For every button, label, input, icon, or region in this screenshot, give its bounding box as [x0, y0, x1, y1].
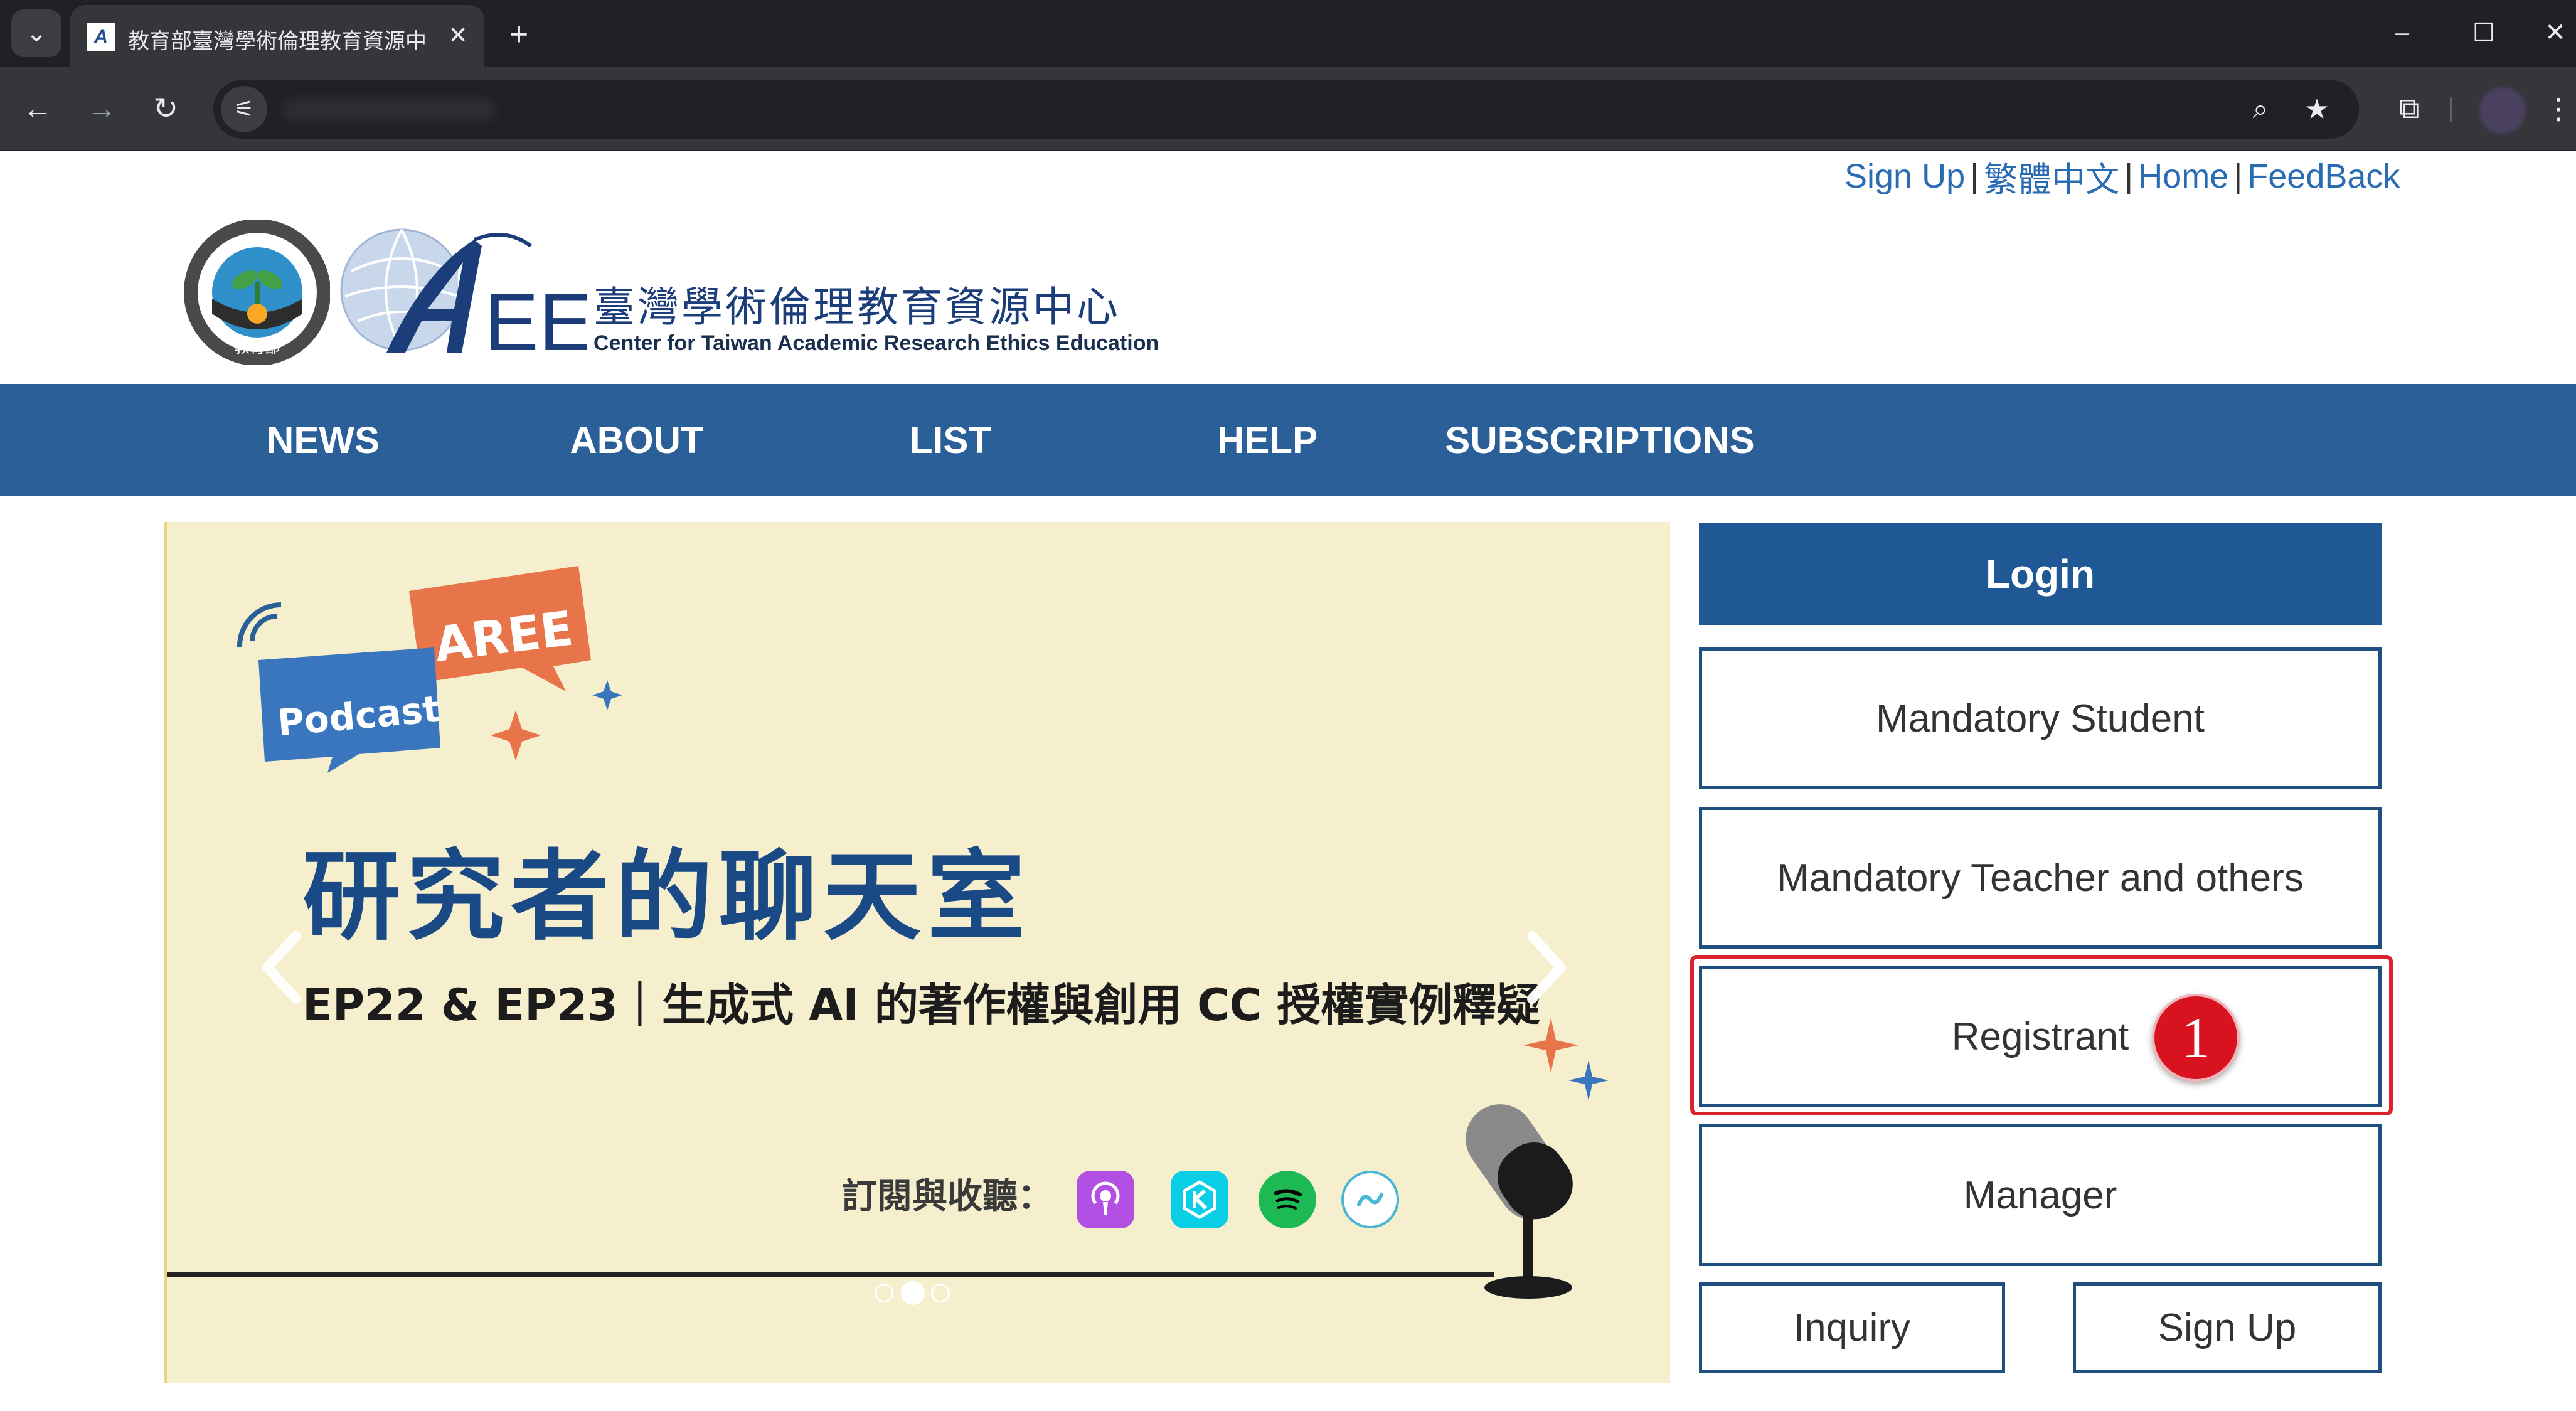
new-tab-button[interactable]: + — [497, 13, 541, 56]
nav-about[interactable]: ABOUT — [552, 384, 721, 496]
site-info-icon[interactable]: ⚟ — [221, 86, 267, 132]
subscribe-label: 訂閱與收聽： — [842, 1176, 1053, 1217]
carousel-indicators — [866, 1279, 960, 1306]
microphone-illustration — [1466, 1104, 1573, 1299]
banner-title: 研究者的聊天室 — [302, 839, 1031, 954]
bookmark-star-icon[interactable]: ★ — [2296, 88, 2338, 130]
top-signup-link[interactable]: Sign Up — [1844, 157, 1965, 196]
tab-search-menu-button[interactable]: ⌄ — [11, 9, 61, 57]
carousel-dot-active[interactable] — [901, 1281, 925, 1305]
feedback-link[interactable]: FeedBack — [2247, 157, 2400, 196]
window-maximize-button[interactable]: ☐ — [2456, 9, 2512, 56]
tab-title: 教育部臺灣學術倫理教育資源中 — [128, 29, 427, 51]
zoom-icon[interactable]: ⌕ — [2240, 88, 2281, 130]
registrant-highlight-box — [1690, 955, 2393, 1115]
podcast-banner-carousel[interactable]: AREE Podcast 研究者的聊天室 EP22 & EP23｜生成式 AI … — [164, 522, 1670, 1383]
aree-wordmark-logo: EE — [386, 233, 587, 366]
language-link[interactable]: 繁體中文 — [1984, 152, 2119, 201]
toolbar-divider — [2450, 97, 2452, 122]
manager-button[interactable]: Manager — [1699, 1124, 2382, 1266]
mandatory-student-button[interactable]: Mandatory Student — [1699, 647, 2382, 789]
browser-tab-active[interactable]: A 教育部臺灣學術倫理教育資源中 ✕ — [70, 5, 484, 67]
stage-line-decoration — [164, 1272, 1494, 1277]
podcast-badge-illustration: AREE Podcast — [237, 566, 622, 773]
profile-avatar[interactable] — [2479, 87, 2526, 134]
soundon-icon[interactable] — [1341, 1171, 1399, 1228]
browser-toolbar: ← → ↻ ⚟ ⌕ ★ ⧉ ⋮ — [0, 67, 2576, 151]
signup-button[interactable]: Sign Up — [2073, 1282, 2382, 1373]
carousel-dot[interactable] — [875, 1284, 893, 1302]
login-header: Login — [1699, 523, 2382, 625]
extensions-icon[interactable]: ⧉ — [2384, 83, 2434, 134]
step-number-badge: 1 — [2152, 994, 2240, 1082]
nav-help[interactable]: HELP — [1179, 384, 1355, 496]
top-links: Sign Up | 繁體中文 | Home | FeedBack — [1844, 156, 2472, 199]
ministry-of-education-seal-icon[interactable]: MINISTRY OF EDUCATION 教育部 — [184, 220, 330, 365]
more-menu-icon[interactable]: ⋮ — [2541, 83, 2576, 134]
link-separator: | — [1970, 157, 1979, 195]
browser-tabstrip: ⌄ A 教育部臺灣學術倫理教育資源中 ✕ + – ☐ ✕ — [0, 0, 2576, 67]
banner-subtitle: EP22 & EP23｜生成式 AI 的著作權與創用 CC 授權實例釋疑 — [302, 979, 1541, 1031]
spotify-icon[interactable] — [1259, 1171, 1316, 1228]
carousel-next-arrow-icon[interactable] — [1520, 924, 1576, 1011]
url-text-redacted — [282, 99, 496, 121]
link-separator: | — [2233, 157, 2243, 195]
kkbox-icon[interactable] — [1171, 1171, 1228, 1228]
svg-text:EE: EE — [484, 276, 587, 366]
reload-icon[interactable]: ↻ — [141, 83, 191, 134]
forward-arrow-icon[interactable]: → — [77, 83, 127, 134]
moe-seal-bottom-text: 教育部 — [235, 339, 280, 356]
banner-left-edge — [164, 522, 167, 1383]
carousel-dot[interactable] — [931, 1284, 950, 1302]
back-arrow-icon[interactable]: ← — [13, 83, 63, 134]
link-separator: | — [2124, 157, 2134, 195]
home-link[interactable]: Home — [2138, 157, 2228, 196]
tab-close-icon[interactable]: ✕ — [442, 19, 474, 51]
mandatory-teacher-button[interactable]: Mandatory Teacher and others — [1699, 807, 2382, 949]
carousel-prev-arrow-icon[interactable] — [252, 924, 309, 1011]
site-title-chinese: 臺灣學術倫理教育資源中心 — [593, 283, 1120, 331]
window-minimize-button[interactable]: – — [2374, 9, 2430, 56]
inquiry-button[interactable]: Inquiry — [1699, 1282, 2005, 1373]
apple-podcasts-icon[interactable] — [1077, 1171, 1134, 1228]
address-bar[interactable]: ⚟ ⌕ ★ — [213, 80, 2359, 139]
aree-favicon-icon: A — [87, 23, 115, 51]
window-close-button[interactable]: ✕ — [2535, 9, 2576, 56]
site-title-english: Center for Taiwan Academic Research Ethi… — [593, 331, 1159, 355]
nav-list[interactable]: LIST — [866, 384, 1035, 496]
nav-subscriptions[interactable]: SUBSCRIPTIONS — [1443, 384, 1757, 496]
nav-news[interactable]: NEWS — [238, 384, 408, 496]
main-navbar: NEWS ABOUT LIST HELP SUBSCRIPTIONS — [0, 384, 2576, 496]
